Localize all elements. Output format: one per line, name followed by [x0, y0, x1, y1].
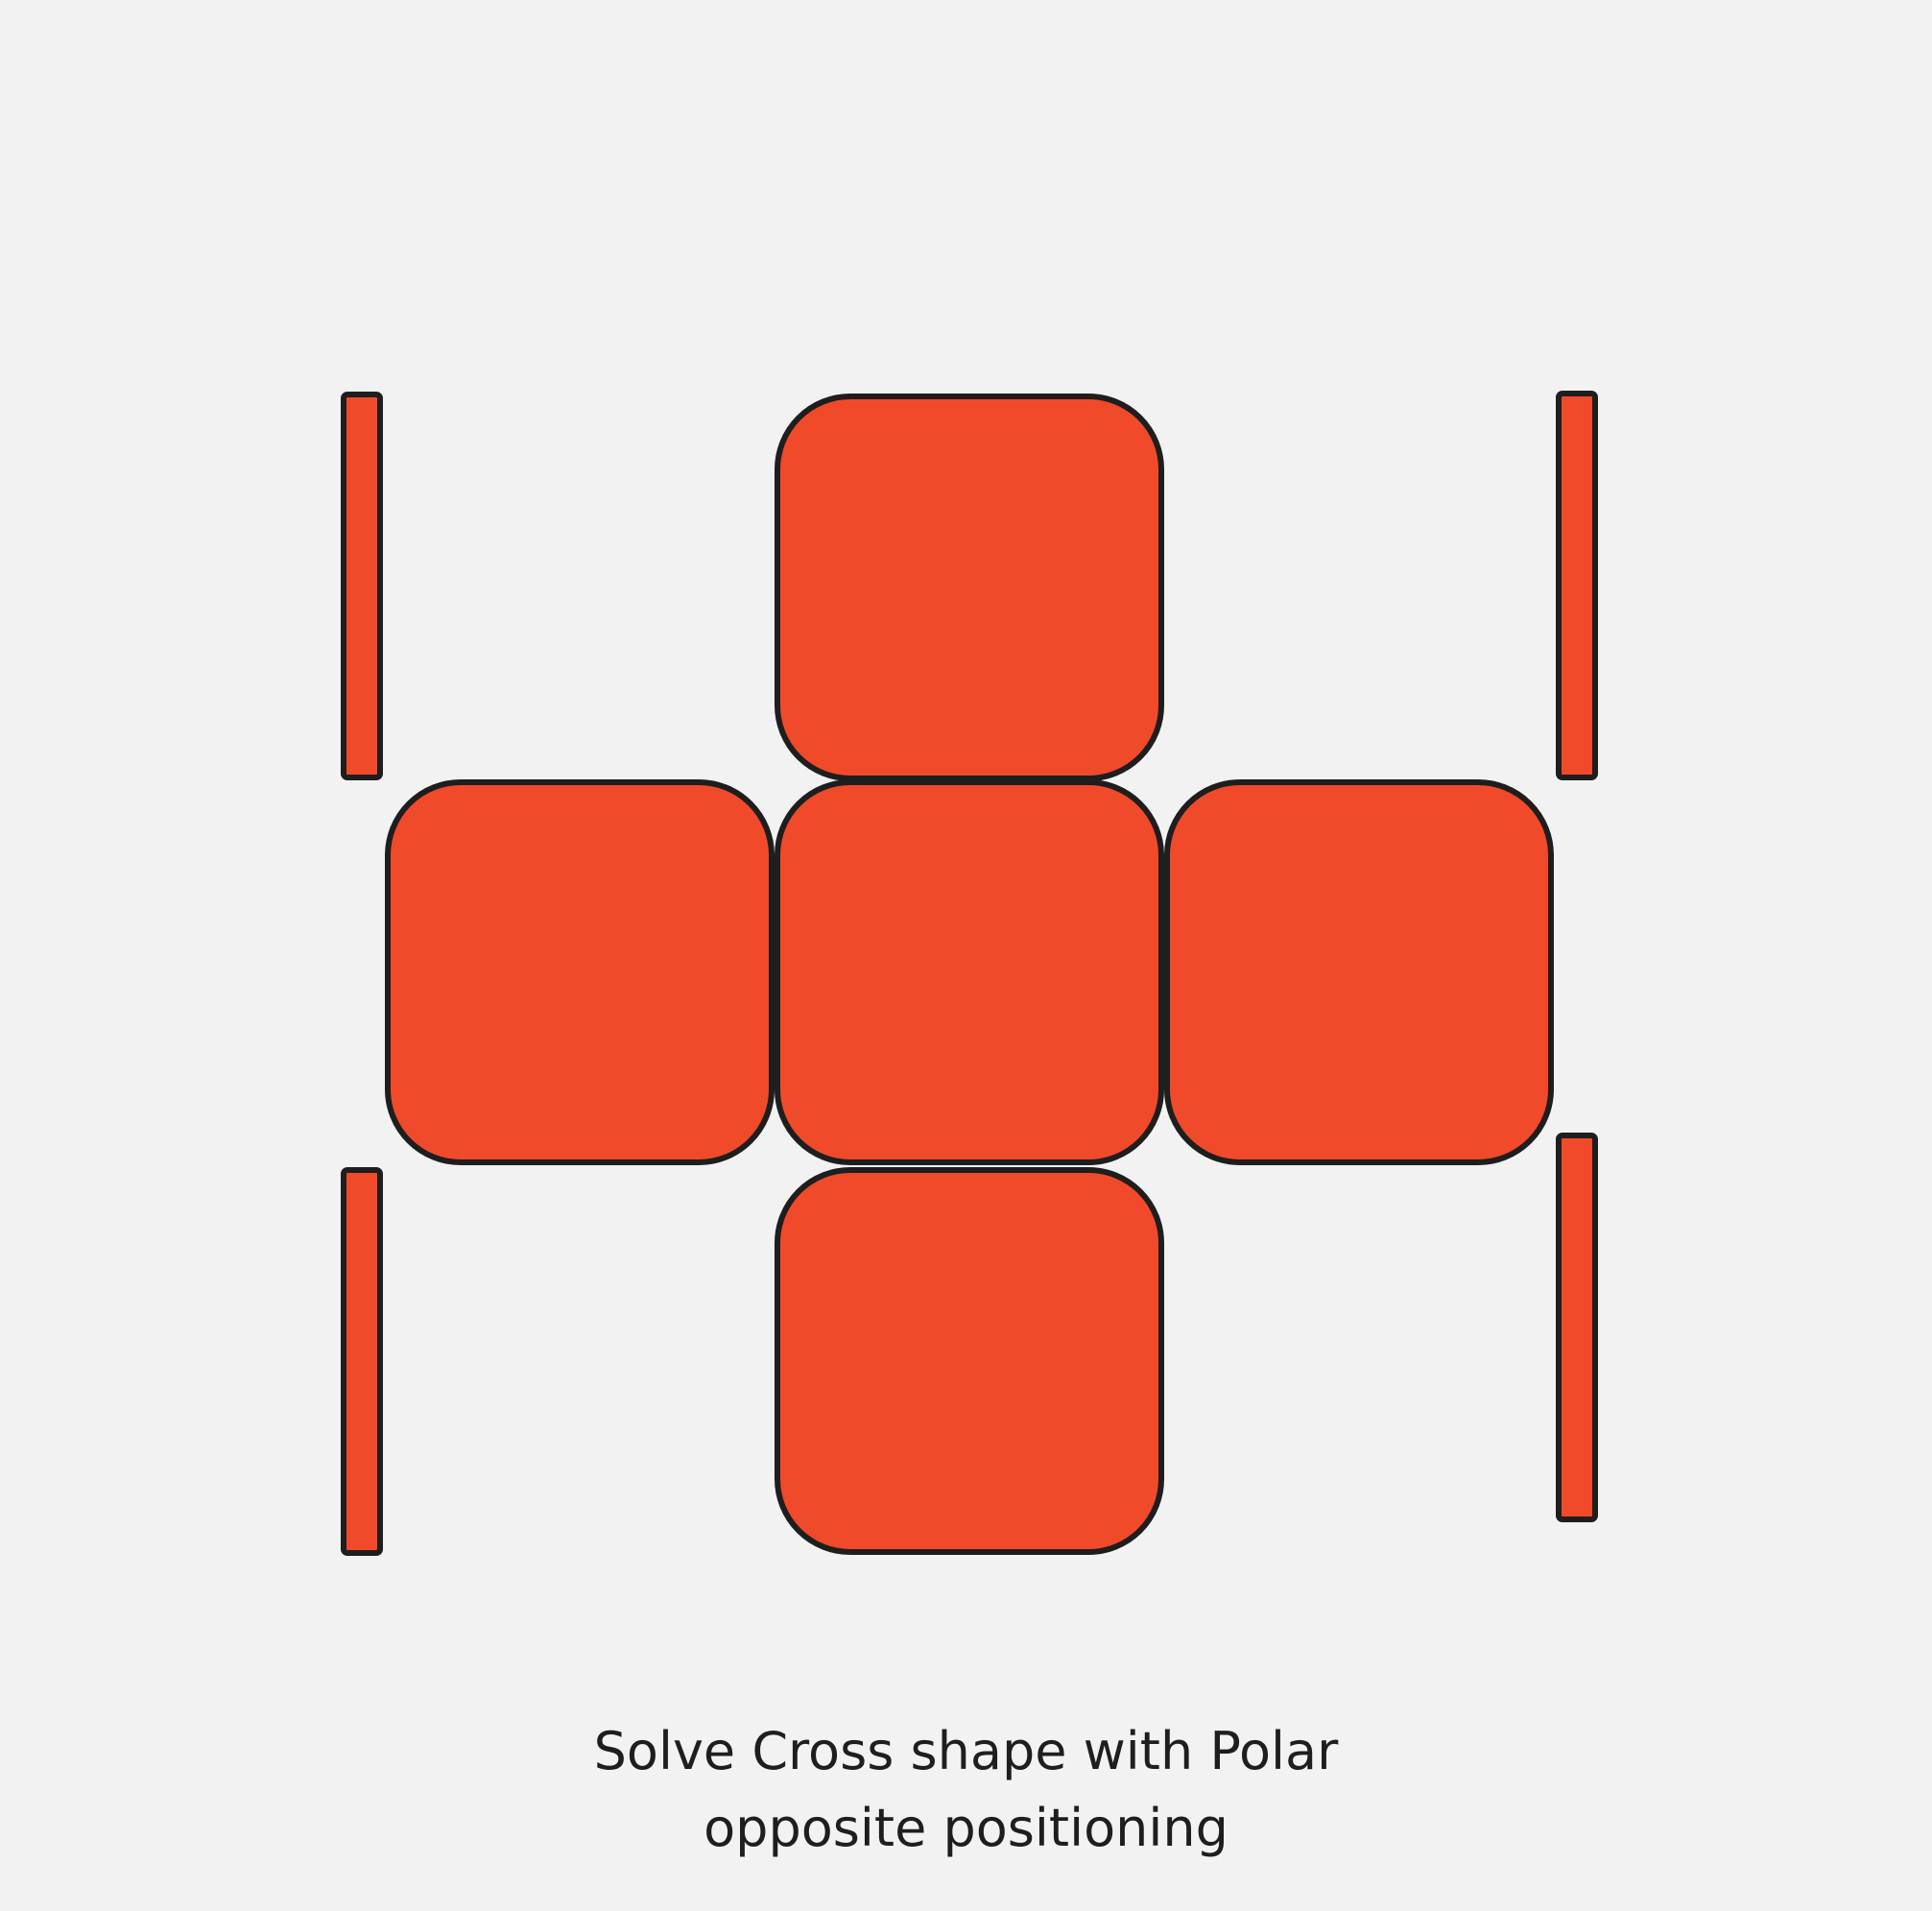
bar-bottom-left	[341, 1167, 383, 1556]
cross-tile-center	[775, 779, 1164, 1165]
cross-tile-bottom	[775, 1167, 1164, 1555]
diagram-caption: Solve Cross shape with Polar opposite po…	[0, 1713, 1932, 1867]
diagram-canvas: Solve Cross shape with Polar opposite po…	[0, 0, 1932, 1906]
cross-tile-left	[385, 779, 775, 1165]
cross-tile-top	[775, 394, 1164, 781]
cross-tile-right	[1164, 779, 1554, 1165]
bar-top-right	[1556, 391, 1598, 780]
cross-diagram	[341, 391, 1598, 1556]
bar-top-left	[341, 392, 383, 780]
caption-line-2: opposite positioning	[704, 1798, 1228, 1858]
bar-bottom-right	[1556, 1133, 1598, 1522]
caption-line-1: Solve Cross shape with Polar	[593, 1721, 1339, 1781]
